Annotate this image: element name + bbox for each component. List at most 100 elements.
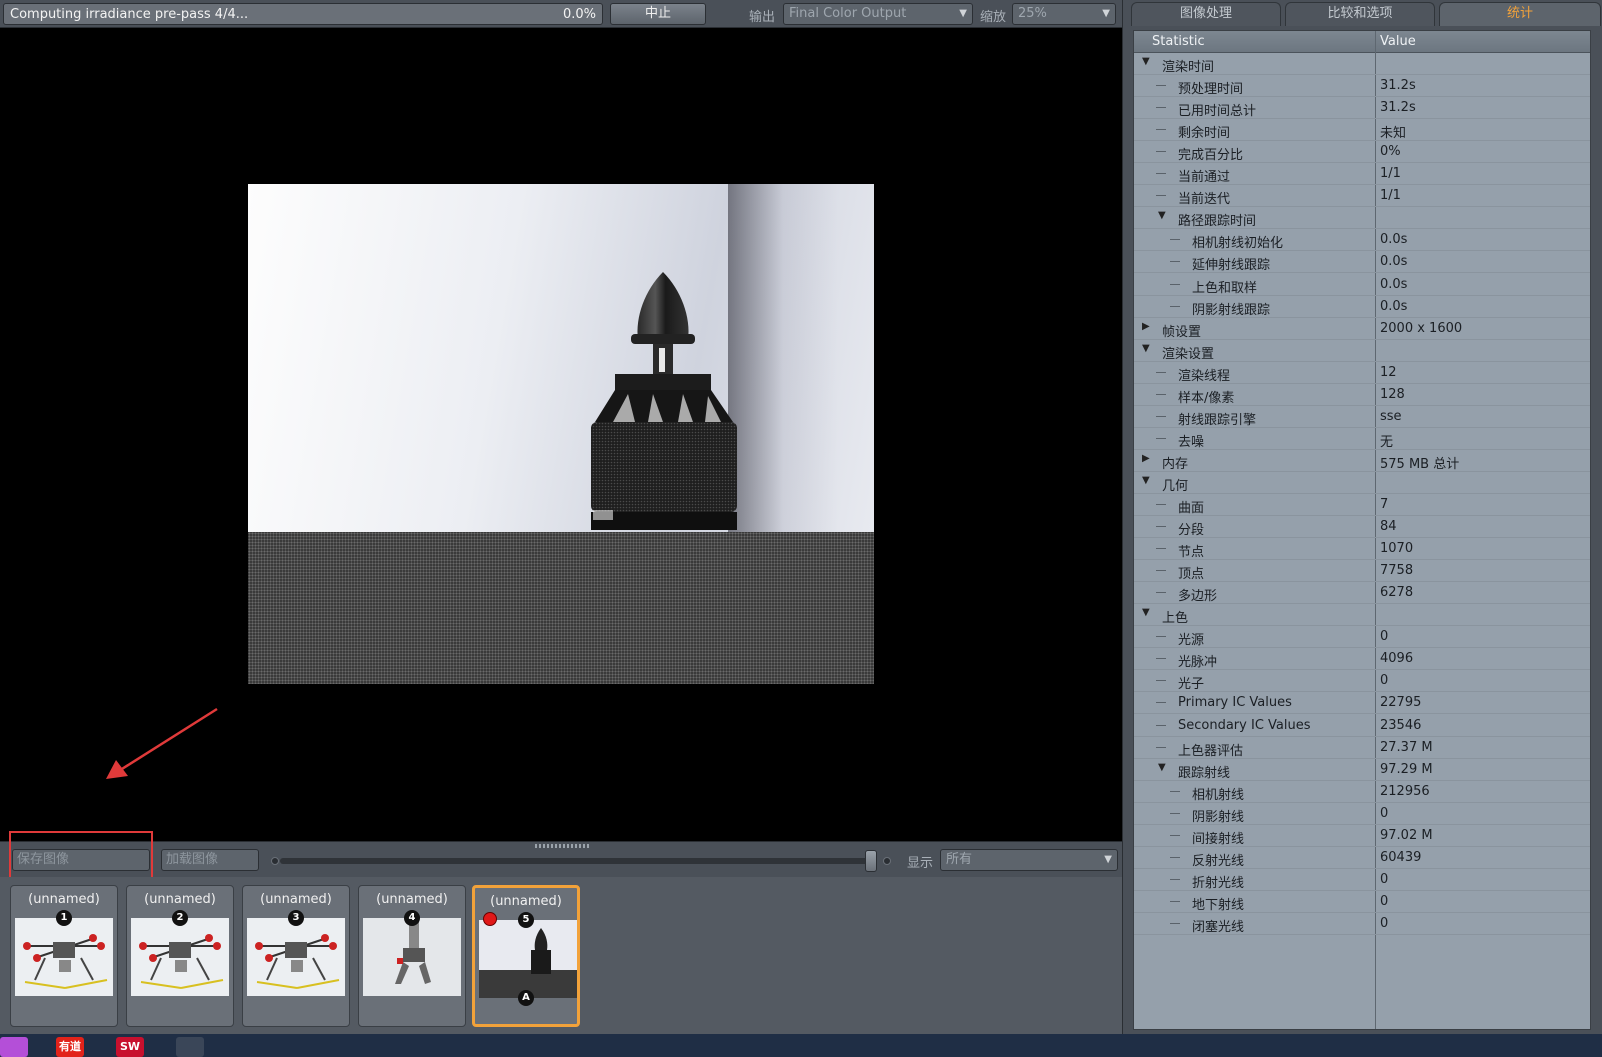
stop-button[interactable]: 中止	[610, 3, 706, 25]
history-thumbnail[interactable]: (unnamed) 2	[126, 885, 234, 1027]
stat-name: 光源	[1178, 633, 1205, 649]
stat-row[interactable]: 样本/像素 128	[1134, 384, 1590, 406]
expand-toggle-open-icon[interactable]: ▼	[1158, 762, 1166, 773]
stat-value: 0%	[1380, 144, 1401, 160]
stat-row[interactable]: 去噪 无	[1134, 428, 1590, 450]
stat-row[interactable]: 阴影射线 0	[1134, 803, 1590, 825]
solidworks-icon[interactable]: SW	[116, 1037, 144, 1057]
app-circle-icon[interactable]	[0, 1037, 28, 1057]
expand-toggle-open-icon[interactable]: ▼	[1158, 210, 1166, 221]
output-label: 输出	[749, 10, 776, 25]
stat-row[interactable]: ▼ 上色	[1134, 604, 1590, 627]
tree-line-icon	[1156, 173, 1166, 175]
stat-row[interactable]: 已用时间总计 31.2s	[1134, 97, 1590, 120]
tab-statistics[interactable]: 统计	[1439, 2, 1601, 26]
column-header-statistic[interactable]: Statistic	[1152, 34, 1205, 49]
resize-grip-icon[interactable]	[535, 844, 591, 848]
save-image-button[interactable]: 保存图像	[12, 849, 150, 871]
stat-row[interactable]: 相机射线 212956	[1134, 781, 1590, 803]
stat-row[interactable]: 光脉冲 4096	[1134, 648, 1590, 671]
stat-value: 60439	[1380, 849, 1422, 865]
motor-model-image	[591, 272, 737, 530]
thumbnail-compare-badge: A	[518, 990, 534, 1006]
stat-name: 分段	[1178, 523, 1205, 539]
expand-toggle-closed-icon[interactable]: ▶	[1142, 321, 1150, 332]
tab-image-processing[interactable]: 图像处理	[1131, 2, 1281, 26]
stat-row[interactable]: 间接射线 97.02 M	[1134, 825, 1590, 847]
history-thumbnail[interactable]: (unnamed) 3	[242, 885, 350, 1027]
tree-line-icon	[1170, 922, 1180, 924]
stat-row[interactable]: 多边形 6278	[1134, 582, 1590, 605]
stat-value: 128	[1380, 386, 1405, 402]
stat-row[interactable]: Primary IC Values 22795	[1134, 692, 1590, 715]
stat-row[interactable]: 反射光线 60439	[1134, 847, 1590, 869]
history-slider-thumb[interactable]	[865, 850, 877, 872]
thumbnail-image	[131, 918, 229, 996]
tab-compare-options[interactable]: 比较和选项	[1285, 2, 1435, 26]
stat-row[interactable]: ▶ 内存 575 MB 总计	[1134, 450, 1590, 472]
stat-row[interactable]: ▼ 几何	[1134, 472, 1590, 494]
stat-row[interactable]: 光子 0	[1134, 670, 1590, 693]
column-header-value[interactable]: Value	[1380, 34, 1416, 49]
stat-row[interactable]: 相机射线初始化 0.0s	[1134, 229, 1590, 252]
stat-name: 多边形	[1178, 589, 1218, 605]
expand-toggle-open-icon[interactable]: ▼	[1142, 56, 1150, 67]
stat-row[interactable]: 节点 1070	[1134, 538, 1590, 561]
panel-tabs: 图像处理 比较和选项 统计	[1129, 2, 1601, 26]
thumbnail-number-badge: 5	[518, 912, 534, 928]
stat-name: 上色器评估	[1178, 743, 1244, 759]
stat-row[interactable]: ▼ 渲染设置	[1134, 340, 1590, 362]
zoom-select[interactable]: 25% ▼	[1012, 3, 1116, 25]
stat-row[interactable]: 光源 0	[1134, 626, 1590, 649]
expand-toggle-open-icon[interactable]: ▼	[1142, 475, 1150, 486]
history-thumbnail[interactable]: (unnamed) 1	[10, 885, 118, 1027]
stat-name: 顶点	[1178, 567, 1205, 583]
image-history-toolbar: 保存图像 加载图像 显示 所有 ▼	[0, 841, 1122, 877]
tree-line-icon	[1156, 680, 1166, 682]
stat-name: 相机射线	[1192, 787, 1245, 803]
thumbnail-number-badge: 4	[404, 910, 420, 926]
stat-row[interactable]: 射线跟踪引擎 sse	[1134, 406, 1590, 428]
stat-row[interactable]: ▶ 帧设置 2000 x 1600	[1134, 318, 1590, 340]
expand-toggle-closed-icon[interactable]: ▶	[1142, 453, 1150, 464]
stat-name: 剩余时间	[1178, 126, 1231, 142]
stat-row[interactable]: 分段 84	[1134, 516, 1590, 539]
history-thumbnail[interactable]: (unnamed) 5 A	[472, 885, 580, 1027]
history-thumbnail[interactable]: (unnamed) 4	[358, 885, 466, 1027]
stat-row[interactable]: Secondary IC Values 23546	[1134, 715, 1590, 737]
stat-value: 0	[1380, 629, 1389, 645]
stat-row[interactable]: ▼ 路径跟踪时间	[1134, 207, 1590, 230]
stat-row[interactable]: 当前迭代 1/1	[1134, 185, 1590, 208]
image-history-strip: (unnamed) 1 (unnamed) 2 (unnamed) 3 (unnamed) 4…	[0, 877, 1122, 1034]
stat-row[interactable]: 闭塞光线 0	[1134, 913, 1590, 935]
stat-row[interactable]: 完成百分比 0%	[1134, 141, 1590, 164]
stat-row[interactable]: ▼ 跟踪射线 97.29 M	[1134, 759, 1590, 781]
stat-value: 6278	[1380, 585, 1414, 601]
stat-row[interactable]: 地下射线 0	[1134, 891, 1590, 913]
tree-line-icon	[1170, 856, 1180, 858]
stat-row[interactable]: 渲染线程 12	[1134, 362, 1590, 384]
stat-row[interactable]: ▼ 渲染时间	[1134, 53, 1590, 75]
history-slider-track[interactable]	[280, 858, 870, 864]
youdao-icon[interactable]: 有道	[56, 1037, 84, 1057]
stat-row[interactable]: 剩余时间 未知	[1134, 119, 1590, 142]
stat-row[interactable]: 上色器评估 27.37 M	[1134, 737, 1590, 759]
stat-row[interactable]: 曲面 7	[1134, 494, 1590, 516]
expand-toggle-open-icon[interactable]: ▼	[1142, 343, 1150, 354]
show-select[interactable]: 所有 ▼	[940, 849, 1118, 871]
stat-row[interactable]: 当前通过 1/1	[1134, 163, 1590, 186]
load-image-button[interactable]: 加载图像	[161, 849, 259, 871]
stat-name: 完成百分比	[1178, 148, 1244, 164]
render-app-icon[interactable]	[176, 1037, 204, 1057]
stat-name: 几何	[1162, 478, 1189, 494]
stat-name: 内存	[1162, 456, 1189, 472]
stat-row[interactable]: 阴影射线跟踪 0.0s	[1134, 296, 1590, 318]
stat-row[interactable]: 延伸射线跟踪 0.0s	[1134, 251, 1590, 274]
stat-row[interactable]: 顶点 7758	[1134, 560, 1590, 583]
expand-toggle-open-icon[interactable]: ▼	[1142, 607, 1150, 618]
stat-row[interactable]: 上色和取样 0.0s	[1134, 274, 1590, 296]
stat-name: 相机射线初始化	[1192, 236, 1284, 252]
stat-row[interactable]: 预处理时间 31.2s	[1134, 75, 1590, 98]
output-select[interactable]: Final Color Output ▼	[783, 3, 973, 25]
stat-row[interactable]: 折射光线 0	[1134, 869, 1590, 891]
